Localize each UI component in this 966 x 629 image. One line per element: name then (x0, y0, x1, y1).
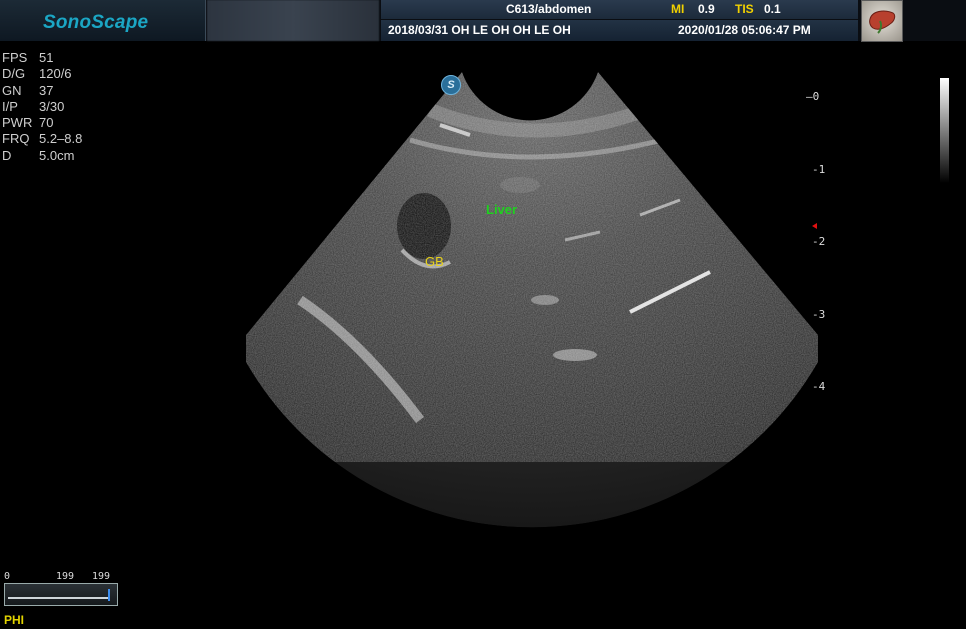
depth-tick: -3 (812, 308, 826, 321)
depth-tick: -1 (812, 163, 826, 176)
depth-tick: -4 (812, 380, 826, 393)
probe-orientation-marker: S (441, 75, 461, 95)
depth-tick: -2 (812, 235, 826, 248)
focus-marker[interactable] (812, 223, 817, 229)
cine-total: 199 (92, 571, 111, 582)
cine-start: 0 (4, 571, 11, 582)
gb-annotation[interactable]: GB (425, 254, 444, 269)
cine-loop-bar[interactable] (4, 583, 118, 606)
liver-annotation[interactable]: Liver (486, 202, 517, 217)
grayscale-bar (940, 78, 949, 183)
cine-track (8, 597, 108, 599)
depth-tick: —0 (806, 90, 820, 103)
cine-current: 199 (56, 571, 75, 582)
mode-label: PHI (4, 613, 25, 627)
cine-position-handle[interactable] (108, 589, 110, 601)
